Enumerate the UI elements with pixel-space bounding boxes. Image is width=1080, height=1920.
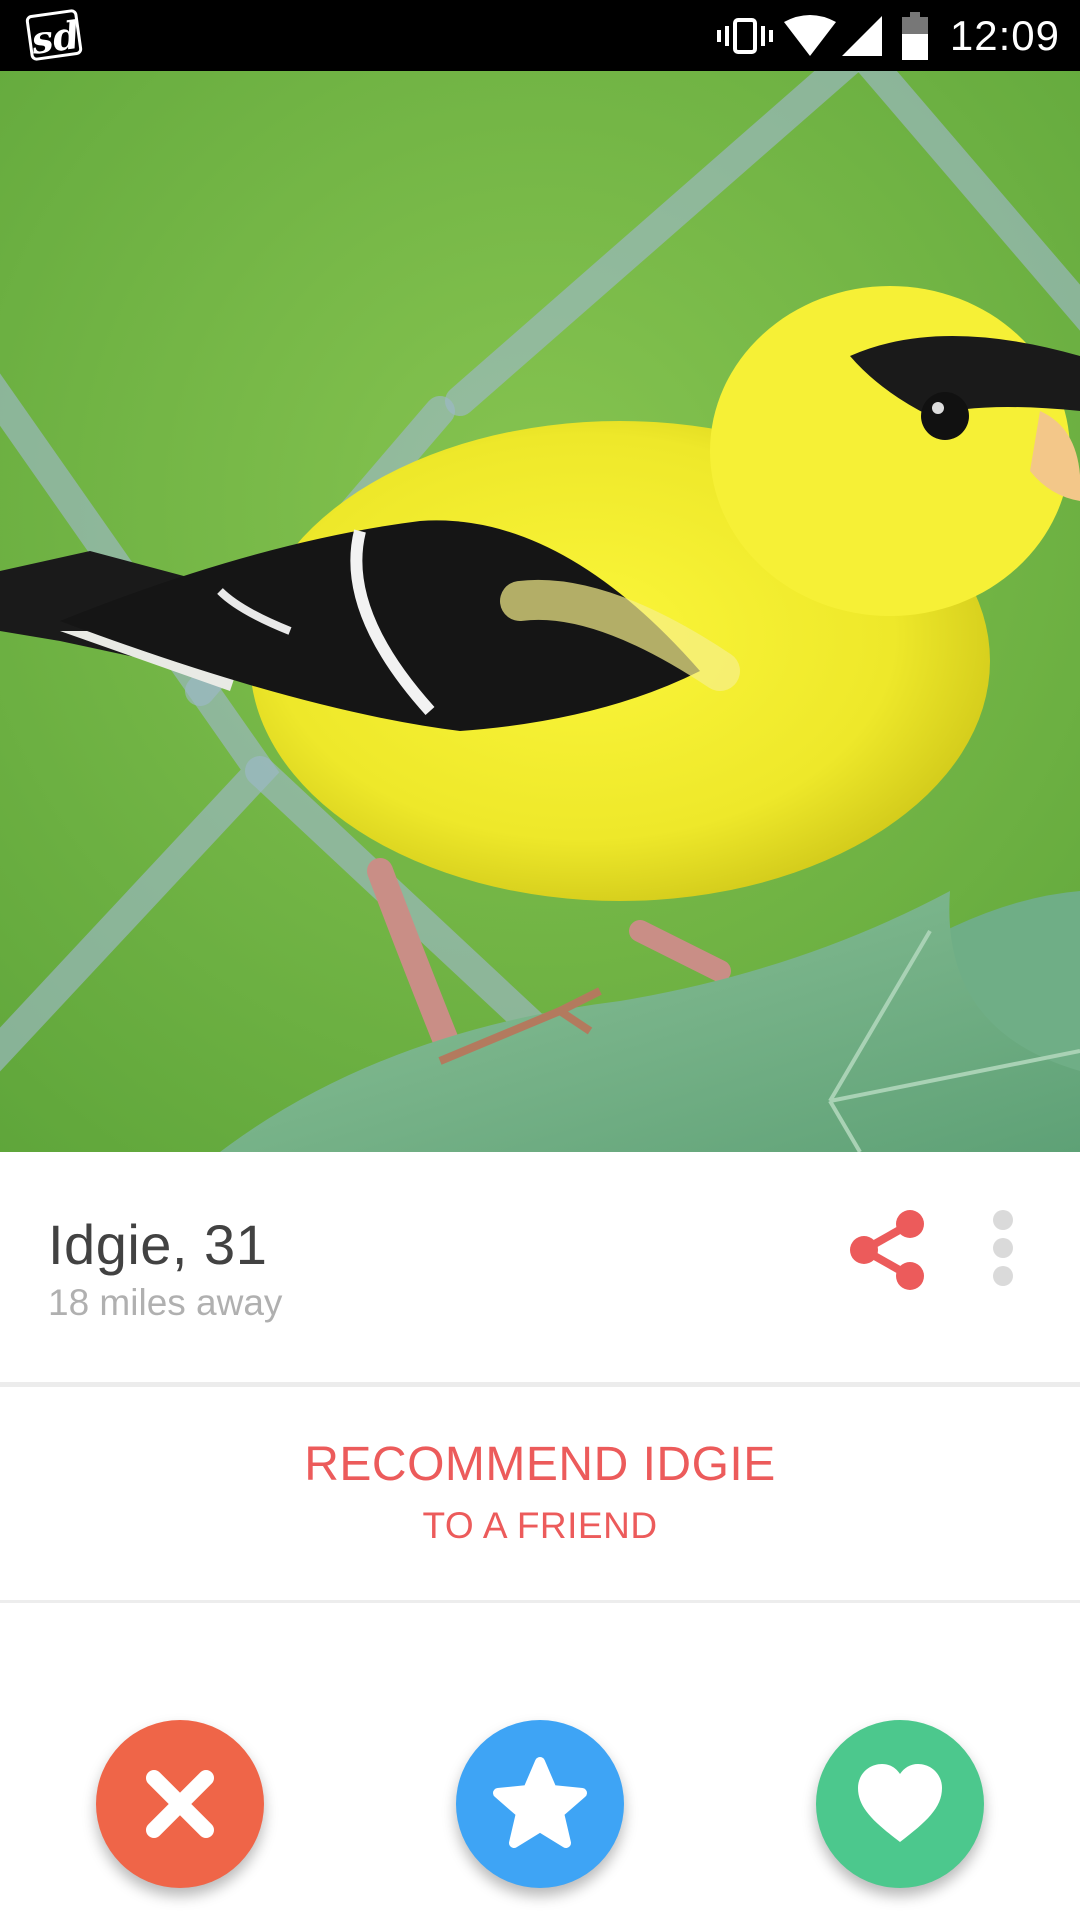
signal-icon bbox=[840, 14, 884, 58]
more-options-button[interactable] bbox=[988, 1208, 1018, 1288]
profile-name-age: Idgie, 31 bbox=[48, 1213, 268, 1276]
profile-info: Idgie, 31 18 miles away bbox=[0, 1152, 1080, 1386]
app-notification-icon: sd bbox=[25, 8, 83, 63]
profile-distance: 18 miles away bbox=[48, 1282, 283, 1323]
recommend-to-friend-button[interactable]: RECOMMEND IDGIE TO A FRIEND bbox=[0, 1387, 1080, 1601]
wifi-icon bbox=[782, 14, 838, 58]
heart-icon bbox=[858, 1764, 942, 1842]
status-bar: sd 12:09 bbox=[0, 0, 1080, 71]
star-icon bbox=[493, 1757, 587, 1848]
bird-photo bbox=[0, 71, 1080, 1152]
close-icon bbox=[146, 1770, 214, 1838]
vibrate-icon bbox=[716, 14, 774, 58]
clock: 12:09 bbox=[949, 11, 1060, 59]
share-button[interactable] bbox=[848, 1208, 928, 1292]
super-like-button[interactable] bbox=[456, 1720, 624, 1888]
profile-photo[interactable] bbox=[0, 71, 1080, 1152]
recommend-subtitle: TO A FRIEND bbox=[422, 1505, 658, 1546]
recommend-title: RECOMMEND IDGIE bbox=[304, 1438, 776, 1491]
share-icon bbox=[850, 1210, 924, 1290]
status-icons: 12:09 bbox=[716, 0, 1060, 71]
more-vertical-icon bbox=[993, 1210, 1013, 1286]
nope-button[interactable] bbox=[96, 1720, 264, 1888]
like-button[interactable] bbox=[816, 1720, 984, 1888]
divider bbox=[0, 1600, 1080, 1603]
battery-icon bbox=[901, 11, 928, 60]
